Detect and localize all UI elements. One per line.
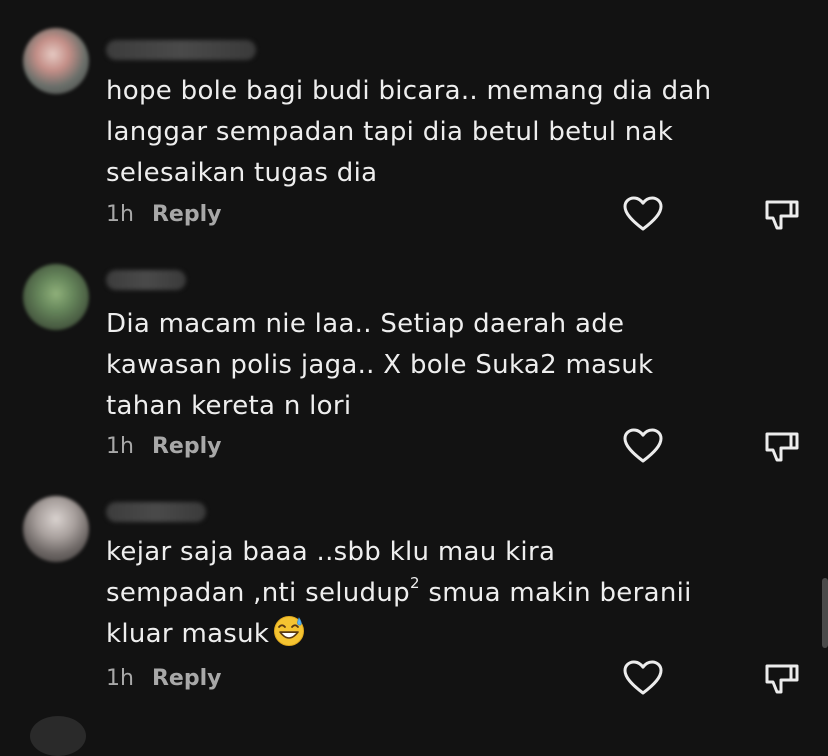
username-blurred[interactable] [106,40,256,60]
username-blurred[interactable] [106,270,186,290]
comment-meta: 1h Reply [106,198,221,230]
comment-meta: 1h Reply [106,430,221,462]
timestamp: 1h [106,433,134,459]
thumbs-down-outline-icon[interactable] [764,196,800,232]
grinning-sweat-emoji-icon [274,616,305,646]
username-blurred[interactable] [106,502,206,522]
thumbs-down-outline-icon[interactable] [764,428,800,464]
comment-text: kejar saja baaa ..sbb klu mau kira sempa… [106,537,692,649]
comment-meta: 1h Reply [106,662,221,694]
reply-button[interactable]: Reply [152,666,222,691]
avatar[interactable] [23,28,89,94]
timestamp: 1h [106,665,134,691]
heart-outline-icon[interactable] [623,660,663,696]
comment-text: hope bole bagi budi bicara.. memang dia … [106,76,712,188]
heart-outline-icon[interactable] [623,196,663,232]
comment-text: Dia macam nie laa.. Setiap daerah ade ka… [106,309,654,421]
avatar[interactable] [23,496,89,562]
superscript: 2 [409,574,420,592]
reply-button[interactable]: Reply [152,202,222,227]
scrollbar[interactable] [822,578,828,648]
thumbs-down-outline-icon[interactable] [764,660,800,696]
avatar[interactable] [23,264,89,330]
avatar[interactable] [30,716,86,756]
heart-outline-icon[interactable] [623,428,663,464]
timestamp: 1h [106,201,134,227]
reply-button[interactable]: Reply [152,434,222,459]
